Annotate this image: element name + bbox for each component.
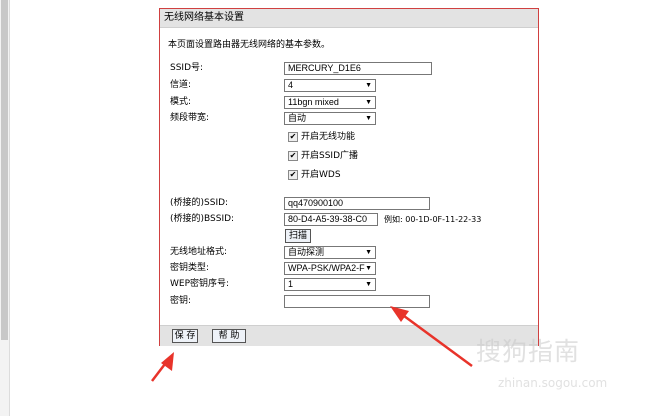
watermark-brand: 搜狗指南 [476,337,581,366]
watermark-url: zhinan.sogou.com [498,376,608,390]
arrow-to-key-input-icon [390,306,473,368]
arrow-to-save-button-icon [151,352,174,382]
